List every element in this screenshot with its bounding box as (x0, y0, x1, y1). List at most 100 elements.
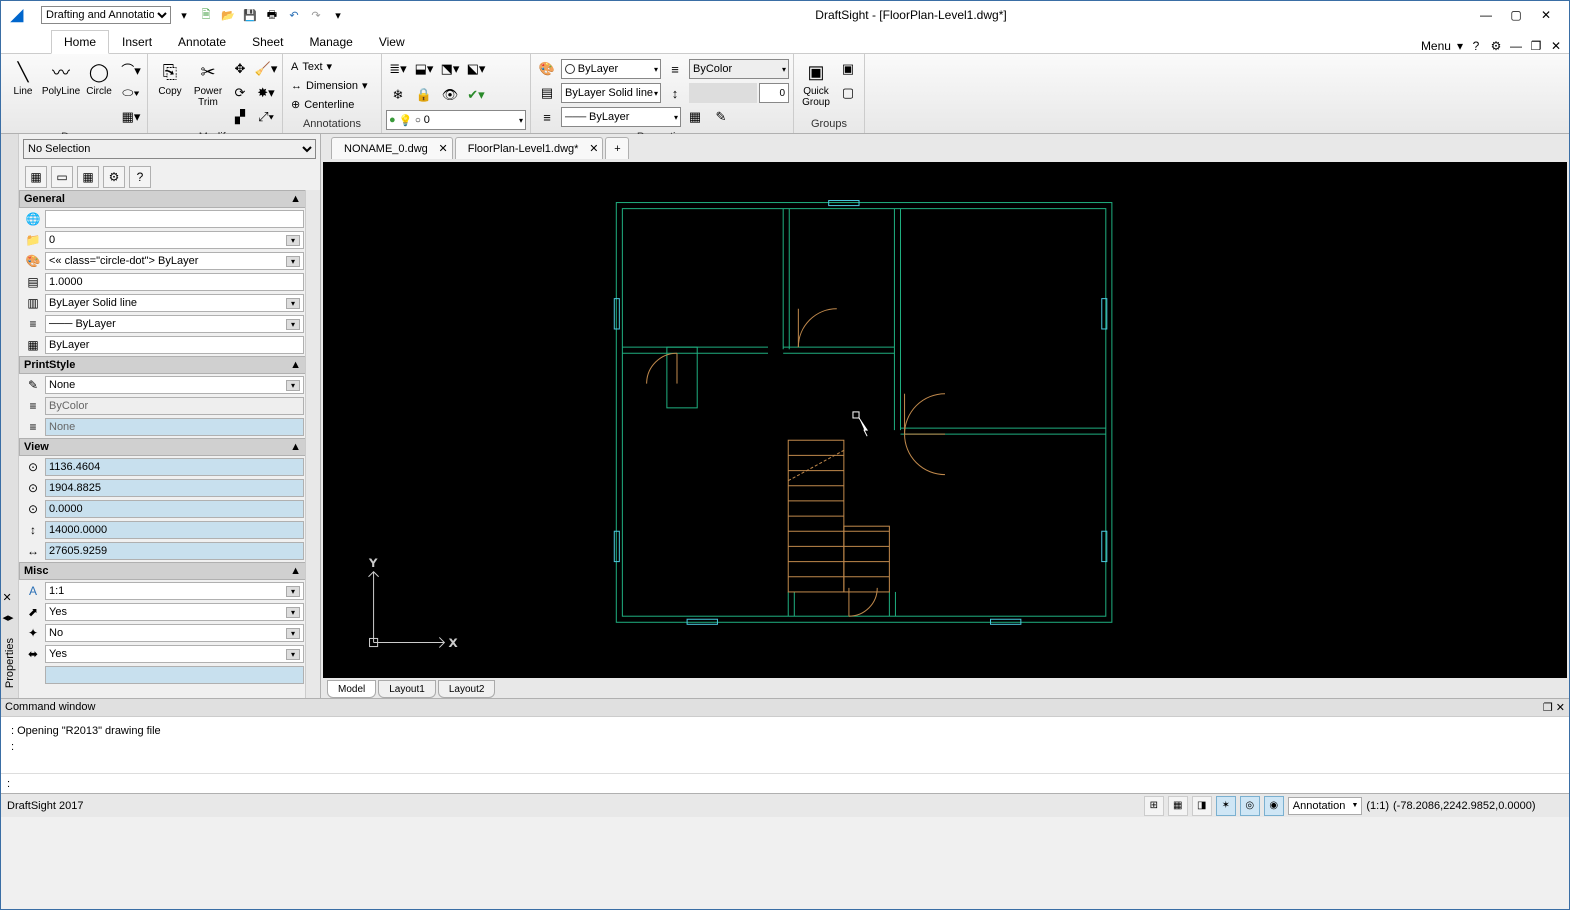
properties-panel-tab[interactable]: ✕ ◂▸ Properties (1, 134, 19, 698)
lineweight-combo[interactable]: ─── ByLayer (561, 107, 681, 127)
layer-state-icon[interactable]: ⬓▾ (412, 58, 436, 80)
tab-sheet[interactable]: Sheet (239, 30, 296, 53)
annotation-scale-combo[interactable]: Annotation (1288, 797, 1363, 815)
document-tab-noname[interactable]: NONAME_0.dwg✕ (331, 137, 453, 159)
centerline-button[interactable]: ⊕Centerline (287, 96, 377, 113)
undo-icon[interactable]: ↶ (285, 6, 303, 24)
prop-cat-printstyle[interactable]: PrintStyle▲ (19, 356, 306, 374)
layer-tools-icon[interactable]: ⬔▾ (438, 58, 462, 80)
mirror-icon[interactable]: ▞ (228, 106, 252, 128)
color-icon[interactable]: 🎨 (535, 58, 559, 80)
ortho-button[interactable]: ◨ (1192, 796, 1212, 816)
scale-field[interactable]: 1.0000 (45, 273, 304, 291)
layer-freeze-icon[interactable]: ❄ (386, 84, 410, 106)
polygon-icon[interactable]: ▦▾ (119, 106, 143, 128)
doc-tab-close-icon[interactable]: ✕ (589, 142, 598, 155)
ungroup-icon[interactable]: ▢ (836, 82, 860, 104)
transparency-input[interactable] (759, 83, 789, 103)
layer-field[interactable]: 0 (45, 231, 304, 249)
panel-close-icon[interactable]: ✕ (3, 591, 17, 605)
prop-cat-view[interactable]: View▲ (19, 438, 306, 456)
workspace-settings-icon[interactable]: ▾ (175, 6, 193, 24)
qat-more-icon[interactable]: ▾ (329, 6, 347, 24)
grid-button[interactable]: ▦ (1168, 796, 1188, 816)
pstyle-field[interactable]: None (45, 376, 304, 394)
print-field[interactable]: ByLayer (45, 336, 304, 354)
width-field[interactable]: 27605.9259 (45, 542, 304, 560)
menu-dropdown[interactable]: Menu (1421, 39, 1451, 53)
rectangle-icon[interactable]: ⬭▾ (119, 82, 143, 104)
eyedropper-icon[interactable]: ✎ (709, 106, 733, 128)
prop-cat-misc[interactable]: Misc▲ (19, 562, 306, 580)
height-field[interactable]: 14000.0000 (45, 521, 304, 539)
quick-group-button[interactable]: ▣Quick Group (798, 58, 834, 108)
drawing-canvas[interactable]: X Y (323, 162, 1567, 678)
select-icon[interactable]: ▭ (51, 166, 73, 188)
explode-icon[interactable]: ✸▾ (254, 82, 278, 104)
help-icon[interactable]: ? (1469, 39, 1483, 53)
layer-filter-icon[interactable]: ⬕▾ (464, 58, 488, 80)
lineweight-icon[interactable]: ≡ (535, 106, 559, 128)
sheet-tab-model[interactable]: Model (327, 680, 376, 698)
panel-pin-icon[interactable]: ◂▸ (3, 611, 17, 625)
props-palette-icon[interactable]: ▦ (683, 106, 707, 128)
document-tab-new[interactable]: + (605, 137, 629, 159)
tab-annotate[interactable]: Annotate (165, 30, 239, 53)
copy-button[interactable]: ⎘Copy (152, 58, 188, 97)
paint-format-icon[interactable]: ≡ (663, 58, 687, 80)
close-button[interactable]: ✕ (1535, 4, 1557, 26)
erase-icon[interactable]: 🧹▾ (254, 58, 278, 80)
match-icon[interactable]: ↕ (663, 82, 687, 104)
arc-icon[interactable]: ⌒▾ (119, 58, 143, 80)
sheet-tab-layout2[interactable]: Layout2 (438, 680, 496, 698)
hyperlink-field[interactable] (45, 210, 304, 228)
polar-button[interactable]: ✶ (1216, 796, 1236, 816)
linetype-field[interactable]: ByLayer Solid line (45, 294, 304, 312)
print-icon[interactable]: 🖶 (263, 6, 281, 24)
toggle-pim-icon[interactable]: ▦ (25, 166, 47, 188)
layer-lock-icon[interactable]: 🔒 (412, 84, 436, 106)
minimize-button[interactable]: — (1475, 4, 1497, 26)
line-button[interactable]: ╲Line (5, 58, 41, 97)
circle-button[interactable]: ◯Circle (81, 58, 117, 97)
layer-isolate-icon[interactable]: 👁 (438, 84, 462, 106)
group-edit-icon[interactable]: ▣ (836, 58, 860, 80)
tab-view[interactable]: View (366, 30, 418, 53)
color-combo[interactable]: ByLayer (561, 59, 661, 79)
stretch-icon[interactable]: ⤢▾ (254, 106, 278, 128)
text-button[interactable]: AText▾ (287, 58, 377, 75)
prop-cat-general[interactable]: General▲ (19, 190, 306, 208)
doc-tab-close-icon[interactable]: ✕ (439, 142, 448, 155)
cmd-restore-icon[interactable]: ❐ (1543, 702, 1553, 714)
open-icon[interactable]: 📂 (219, 6, 237, 24)
ucsicon-field[interactable]: Yes (45, 603, 304, 621)
command-input[interactable]: : (1, 773, 1569, 793)
center-y-field[interactable]: 1904.8825 (45, 479, 304, 497)
center-z-field[interactable]: 0.0000 (45, 500, 304, 518)
layer-check-icon[interactable]: ✔▾ (464, 84, 488, 106)
lineweight-field[interactable]: ─── ByLayer (45, 315, 304, 333)
tab-home[interactable]: Home (51, 30, 109, 54)
esnap-button[interactable]: ◎ (1240, 796, 1260, 816)
save-icon[interactable]: 💾 (241, 6, 259, 24)
command-history[interactable]: : Opening "R2013" drawing file : (1, 717, 1569, 773)
ucsper-field[interactable]: Yes (45, 645, 304, 663)
redo-icon[interactable]: ↷ (307, 6, 325, 24)
app-logo-icon[interactable]: ◢ (5, 3, 29, 27)
linetype-icon[interactable]: ▤ (535, 82, 559, 104)
quick-select-icon[interactable]: ▦ (77, 166, 99, 188)
dimension-button[interactable]: ↔Dimension▾ (287, 77, 377, 94)
help2-icon[interactable]: ? (129, 166, 151, 188)
linetype-combo[interactable]: ByLayer Solid line (561, 83, 661, 103)
color-field[interactable]: <« class="circle-dot"> ByLayer (45, 252, 304, 270)
workspace-select[interactable]: Drafting and Annotation (41, 6, 171, 24)
ucsorigin-field[interactable]: No (45, 624, 304, 642)
document-tab-floorplan[interactable]: FloorPlan-Level1.dwg*✕ (455, 137, 604, 159)
doc-restore-button[interactable]: ❐ (1529, 39, 1543, 53)
selection-combo[interactable]: No Selection (23, 139, 316, 159)
calc-icon[interactable]: ⚙ (103, 166, 125, 188)
ascale-field[interactable]: 1:1 (45, 582, 304, 600)
polyline-button[interactable]: 〰PolyLine (43, 58, 79, 97)
active-layer-combo[interactable]: ● 💡 ○ 0 (386, 110, 526, 130)
doc-minimize-button[interactable]: — (1509, 39, 1523, 53)
